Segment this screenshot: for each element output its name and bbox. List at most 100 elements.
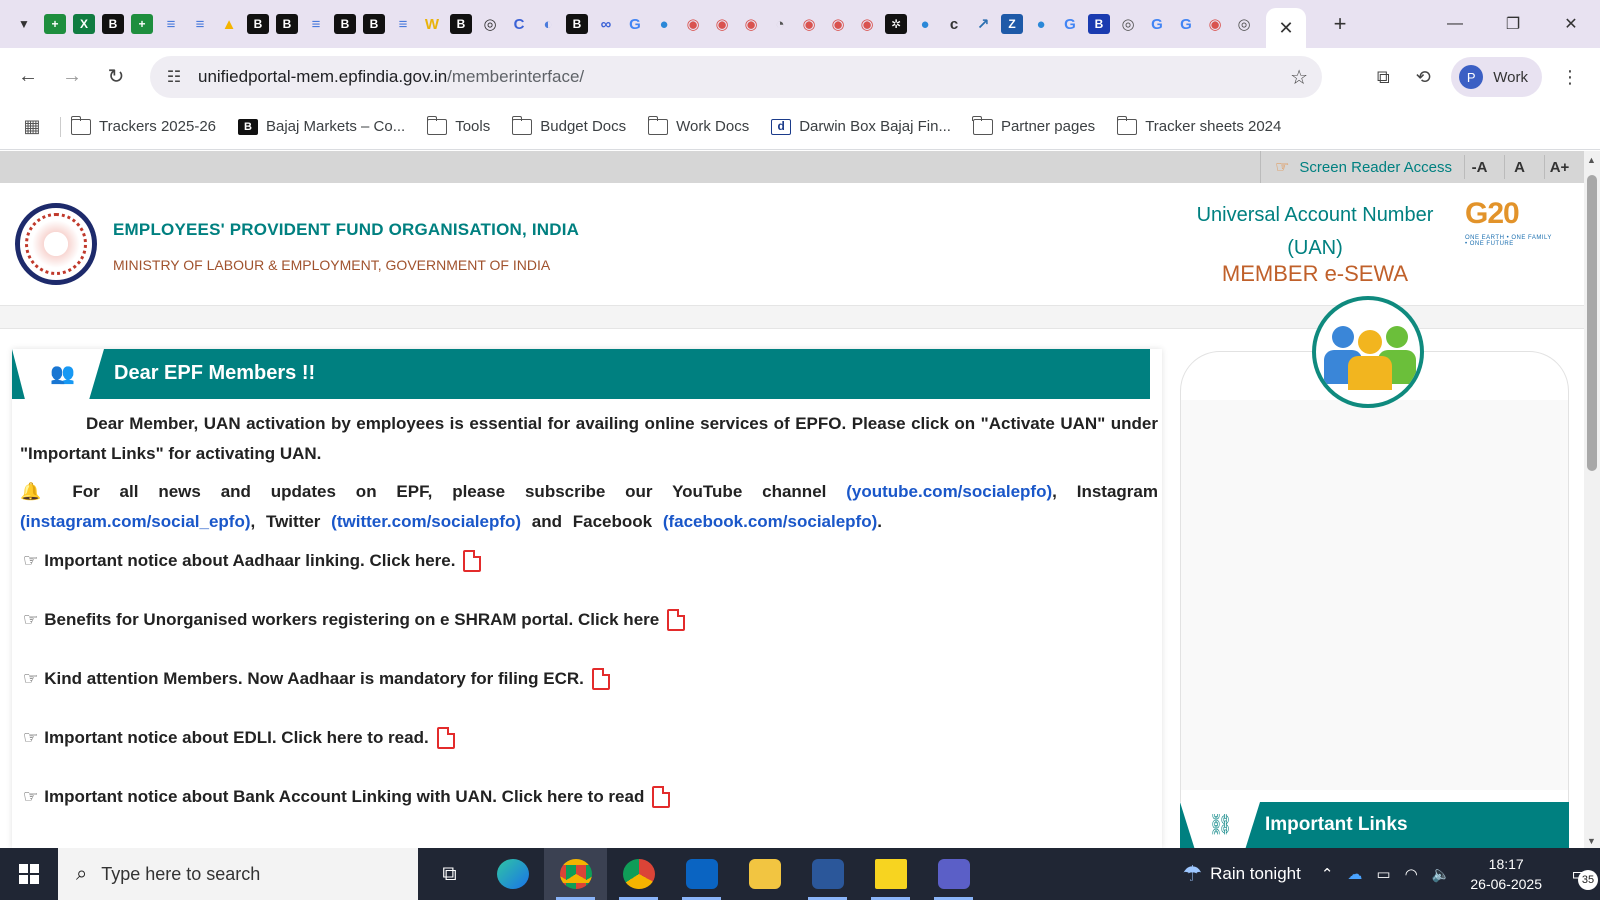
battery-icon[interactable]: ▭ bbox=[1376, 865, 1390, 883]
c-icon[interactable]: C bbox=[508, 14, 530, 34]
instagram-link[interactable]: (instagram.com/social_epfo) bbox=[20, 512, 251, 531]
openai-icon[interactable]: ◎ bbox=[479, 14, 501, 34]
copilot-icon[interactable]: ● bbox=[914, 14, 936, 34]
scroll-up-icon[interactable]: ▲ bbox=[1587, 155, 1596, 165]
notice-text[interactable]: Important notice about EDLI. Click here … bbox=[44, 723, 428, 753]
notice-item[interactable]: ☞ Benefits for Unorganised workers regist… bbox=[20, 605, 1158, 635]
tray-chevron-icon[interactable]: ⌃ bbox=[1321, 865, 1334, 883]
reload-icon[interactable]: ↻ bbox=[98, 58, 134, 94]
notification-center-icon[interactable]: ▭ 35 bbox=[1560, 854, 1600, 894]
z-icon[interactable]: Z bbox=[1001, 14, 1023, 34]
spiral-icon[interactable]: ◔ bbox=[769, 14, 791, 34]
facebook-link[interactable]: (facebook.com/socialepfo) bbox=[663, 512, 877, 531]
pdf-icon[interactable] bbox=[667, 609, 686, 631]
pdf-icon[interactable] bbox=[652, 786, 671, 808]
back-arrow-icon[interactable]: ← bbox=[10, 58, 46, 94]
bookmark-item[interactable]: Trackers 2025-26 bbox=[70, 115, 216, 135]
bajaj-b-icon[interactable]: B bbox=[276, 14, 298, 34]
sheets-plus-icon[interactable]: + bbox=[44, 14, 66, 34]
edge-icon[interactable] bbox=[481, 848, 544, 900]
target-icon[interactable]: ◉ bbox=[827, 14, 849, 34]
bookmark-star-icon[interactable]: ☆ bbox=[1290, 65, 1308, 90]
chrome-icon[interactable]: ◎ bbox=[1117, 14, 1139, 34]
chrome-icon[interactable]: ◎ bbox=[1233, 14, 1255, 34]
pdf-icon[interactable] bbox=[436, 727, 455, 749]
sticky-notes-icon[interactable] bbox=[859, 848, 922, 900]
taskbar-search[interactable]: ⌕ Type here to search bbox=[58, 848, 418, 900]
address-bar[interactable]: ☷ unifiedportal-mem.epfindia.gov.in/memb… bbox=[150, 56, 1322, 98]
onedrive-cloud-icon[interactable]: ☁ bbox=[1347, 865, 1362, 883]
restore-icon[interactable]: ❐ bbox=[1484, 0, 1542, 48]
scroll-down-icon[interactable]: ▼ bbox=[1587, 836, 1596, 846]
bajaj-b-icon[interactable]: B bbox=[450, 14, 472, 34]
weather-widget[interactable]: ☂ Rain tonight bbox=[1182, 861, 1300, 887]
menu-kebab-icon[interactable]: ⋮ bbox=[1550, 57, 1590, 97]
bookmark-item[interactable]: Work Docs bbox=[647, 115, 749, 135]
drive-icon[interactable]: ▲ bbox=[218, 14, 240, 34]
youtube-link[interactable]: (youtube.com/socialepfo) bbox=[846, 482, 1052, 501]
target-icon[interactable]: ◉ bbox=[682, 14, 704, 34]
copilot-icon[interactable]: ● bbox=[1030, 14, 1052, 34]
target-icon[interactable]: ◉ bbox=[856, 14, 878, 34]
performance-icon[interactable]: ⟲ bbox=[1403, 57, 1443, 97]
w-icon[interactable]: W bbox=[421, 14, 443, 34]
target-icon[interactable]: ◉ bbox=[798, 14, 820, 34]
important-links-header[interactable]: ⛓ Important Links bbox=[1180, 802, 1569, 848]
link-icon[interactable]: ∞ bbox=[595, 14, 617, 34]
notice-item[interactable]: ☞ Important notice about Aadhaar linking.… bbox=[20, 546, 1158, 576]
notice-text[interactable]: Kind attention Members. Now Aadhaar is m… bbox=[44, 664, 584, 694]
forms-icon[interactable]: ≡ bbox=[305, 14, 327, 34]
profile-button[interactable]: P Work bbox=[1451, 57, 1542, 97]
notice-text[interactable]: Important notice about Aadhaar linking. … bbox=[44, 546, 455, 576]
bajaj-b-icon[interactable]: B bbox=[247, 14, 269, 34]
minimize-icon[interactable]: — bbox=[1426, 0, 1484, 48]
globe-icon[interactable]: ◐ bbox=[537, 14, 559, 34]
new-tab-button[interactable]: + bbox=[1322, 6, 1358, 42]
outlook-icon[interactable] bbox=[670, 848, 733, 900]
page-scrollbar[interactable]: ▲ ▼ bbox=[1584, 151, 1600, 848]
word-icon[interactable] bbox=[796, 848, 859, 900]
google-icon[interactable]: G bbox=[624, 14, 646, 34]
pdf-icon[interactable] bbox=[463, 550, 482, 572]
notice-item[interactable]: ☞ Kind attention Members. Now Aadhaar is … bbox=[20, 664, 1158, 694]
clock[interactable]: 18:17 26-06-2025 bbox=[1470, 854, 1542, 894]
star-burst-icon[interactable]: ✲ bbox=[885, 14, 907, 34]
bookmark-item[interactable]: Tools bbox=[426, 115, 490, 135]
bookmark-item[interactable]: B Bajaj Markets – Co... bbox=[238, 118, 405, 135]
url-text[interactable]: unifiedportal-mem.epfindia.gov.in/member… bbox=[198, 67, 584, 87]
bajaj-b-icon[interactable]: B bbox=[363, 14, 385, 34]
notice-item[interactable]: ☞ Important notice about Bank Account Lin… bbox=[20, 782, 1158, 812]
notice-text[interactable]: Important notice about Bank Account Link… bbox=[44, 782, 644, 812]
apps-grid-icon[interactable]: ▦ bbox=[10, 116, 54, 137]
forward-arrow-icon[interactable]: → bbox=[54, 58, 90, 94]
google-icon[interactable]: G bbox=[1059, 14, 1081, 34]
chart-icon[interactable]: ↗ bbox=[972, 14, 994, 34]
tab-search-chevron-icon[interactable]: ▼ bbox=[9, 9, 39, 39]
google-icon[interactable]: G bbox=[1175, 14, 1197, 34]
volume-icon[interactable]: 🔈 bbox=[1432, 865, 1451, 883]
screen-reader-link[interactable]: Screen Reader Access bbox=[1299, 159, 1452, 176]
bookmark-item[interactable]: Partner pages bbox=[972, 115, 1095, 135]
active-tab-close-icon[interactable]: ✕ bbox=[1266, 8, 1306, 48]
clear-icon[interactable]: c bbox=[943, 14, 965, 34]
target-icon[interactable]: ◉ bbox=[740, 14, 762, 34]
forms-icon[interactable]: ≡ bbox=[160, 14, 182, 34]
chrome-work-icon[interactable] bbox=[544, 848, 607, 900]
target-icon[interactable]: ◉ bbox=[1204, 14, 1226, 34]
bookmark-item[interactable]: Tracker sheets 2024 bbox=[1116, 115, 1281, 135]
bajaj-b-icon[interactable]: B bbox=[334, 14, 356, 34]
bookmark-item[interactable]: Budget Docs bbox=[511, 115, 626, 135]
b-blue-icon[interactable]: B bbox=[1088, 14, 1110, 34]
start-button[interactable] bbox=[0, 848, 58, 900]
forms-icon[interactable]: ≡ bbox=[392, 14, 414, 34]
font-normal-button[interactable]: A bbox=[1504, 155, 1534, 179]
target-icon[interactable]: ◉ bbox=[711, 14, 733, 34]
file-explorer-icon[interactable] bbox=[733, 848, 796, 900]
close-window-icon[interactable]: ✕ bbox=[1542, 0, 1600, 48]
extensions-icon[interactable]: ⧉ bbox=[1363, 57, 1403, 97]
notice-item[interactable]: ☞ Important notice about EDLI. Click here… bbox=[20, 723, 1158, 753]
task-view-icon[interactable]: ⧉ bbox=[418, 848, 481, 900]
bookmark-item[interactable]: d Darwin Box Bajaj Fin... bbox=[771, 118, 951, 135]
pdf-icon[interactable] bbox=[591, 668, 610, 690]
copilot-icon[interactable]: ● bbox=[653, 14, 675, 34]
